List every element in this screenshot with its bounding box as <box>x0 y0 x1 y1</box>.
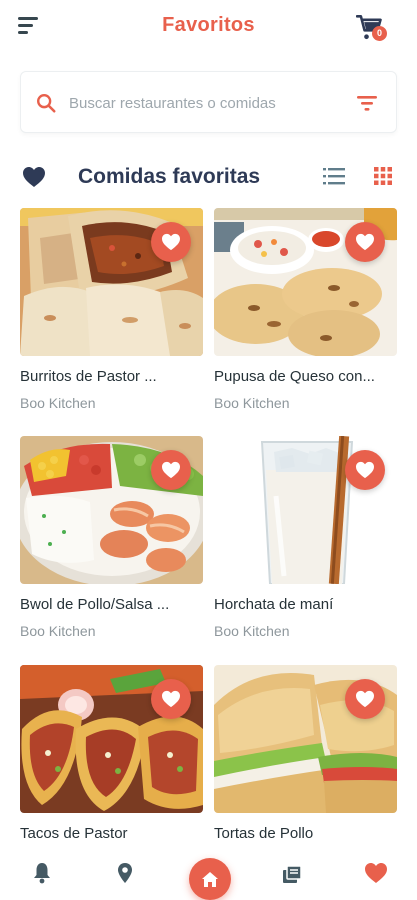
heart-icon <box>356 461 374 479</box>
home-icon <box>202 871 218 887</box>
food-name: Tortas de Pollo <box>214 825 314 842</box>
food-name: Burritos de Pastor ... <box>20 368 157 385</box>
favorites-icon[interactable] <box>364 862 388 884</box>
heart-icon <box>356 690 374 708</box>
heart-icon <box>162 461 180 479</box>
search-bar <box>20 71 397 133</box>
filter-icon[interactable] <box>356 94 378 112</box>
menu-book-icon[interactable] <box>282 862 302 884</box>
list-view-icon[interactable] <box>323 167 345 185</box>
search-icon <box>37 94 56 113</box>
food-name: Bwol de Pollo/Salsa ... <box>20 596 170 613</box>
cart-count-badge: 0 <box>372 26 387 41</box>
heart-icon <box>162 690 180 708</box>
restaurant-name: Boo Kitchen <box>214 623 290 639</box>
favorites-section-header: Comidas favoritas <box>0 158 417 198</box>
section-title: Comidas favoritas <box>78 165 261 188</box>
heart-icon <box>356 233 374 251</box>
food-name: Tacos de Pastor <box>20 825 128 842</box>
heart-icon <box>23 167 45 187</box>
food-card[interactable]: Tortas de Pollo <box>214 665 397 875</box>
food-name: Horchata de maní <box>214 596 334 613</box>
heart-icon <box>162 233 180 251</box>
search-input[interactable] <box>69 90 339 116</box>
location-icon[interactable] <box>117 862 133 884</box>
bottom-navigation <box>0 850 417 900</box>
top-app-bar: Favoritos 0 <box>0 0 417 56</box>
restaurant-name: Boo Kitchen <box>20 623 96 639</box>
food-card[interactable]: Tacos de Pastor <box>20 665 203 875</box>
home-button[interactable] <box>189 858 231 900</box>
favorite-toggle-button[interactable] <box>151 450 191 490</box>
cart-button[interactable]: 0 <box>355 14 390 44</box>
notifications-icon[interactable] <box>33 862 51 884</box>
restaurant-name: Boo Kitchen <box>20 395 96 411</box>
favorite-toggle-button[interactable] <box>151 222 191 262</box>
restaurant-name: Boo Kitchen <box>214 395 290 411</box>
food-card[interactable]: Bwol de Pollo/Salsa ... Boo Kitchen <box>20 436 203 646</box>
food-name: Pupusa de Queso con... <box>214 368 375 385</box>
food-card[interactable]: Pupusa de Queso con... Boo Kitchen <box>214 208 397 418</box>
favorite-toggle-button[interactable] <box>345 679 385 719</box>
favorite-toggle-button[interactable] <box>345 450 385 490</box>
grid-view-icon[interactable] <box>374 167 392 185</box>
food-card[interactable]: Horchata de maní Boo Kitchen <box>214 436 397 646</box>
page-title: Favoritos <box>162 14 255 36</box>
favorite-toggle-button[interactable] <box>151 679 191 719</box>
favorite-toggle-button[interactable] <box>345 222 385 262</box>
food-card[interactable]: Burritos de Pastor ... Boo Kitchen <box>20 208 203 418</box>
